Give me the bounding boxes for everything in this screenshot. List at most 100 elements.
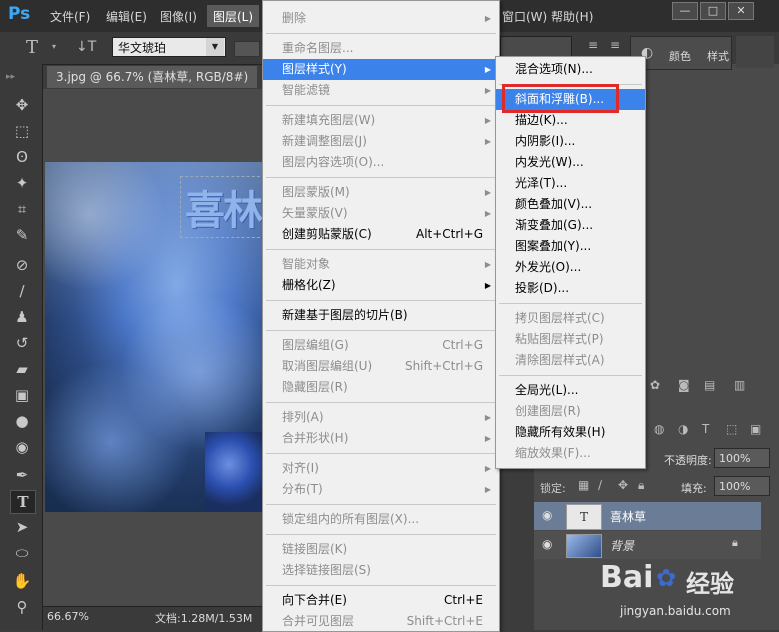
zoom-level[interactable]: 66.67% bbox=[47, 610, 89, 623]
menu-item[interactable]: 内发光(W)... bbox=[496, 152, 645, 173]
submenu-arrow-icon: ▶ bbox=[484, 116, 491, 125]
panel-collapse[interactable] bbox=[736, 36, 774, 68]
menu-item[interactable]: 全局光(L)... bbox=[496, 380, 645, 401]
menu-separator bbox=[499, 303, 642, 304]
healing-brush-icon[interactable]: ⊘ bbox=[10, 254, 34, 276]
menu-separator bbox=[266, 105, 496, 106]
new-layer-icon[interactable]: ▤ bbox=[704, 378, 715, 392]
layer-row-background[interactable]: ◉ 背景 🔒︎ bbox=[534, 531, 761, 559]
minimize-button[interactable]: — bbox=[672, 2, 698, 20]
brush-tool-icon[interactable]: ∕ bbox=[10, 280, 34, 302]
eye-icon[interactable]: ◉ bbox=[542, 537, 552, 551]
menu-window[interactable]: 窗口(W) bbox=[502, 8, 547, 25]
trash-icon[interactable]: ▥ bbox=[734, 378, 745, 392]
menu-item[interactable]: 图案叠加(Y)... bbox=[496, 236, 645, 257]
zoom-tool-icon[interactable]: ⚲ bbox=[10, 596, 34, 618]
menu-item-label: 矢量蒙版(V) bbox=[282, 206, 348, 220]
ellipse-tool-icon[interactable]: ⬭ bbox=[10, 542, 34, 564]
menu-item-shortcut: Alt+Ctrl+G bbox=[415, 227, 483, 241]
pen-tool-icon[interactable]: ✒ bbox=[10, 464, 34, 486]
align-center-icon[interactable]: ≡ bbox=[610, 38, 620, 52]
layer-name[interactable]: 喜林草 bbox=[610, 508, 646, 525]
submenu-arrow-icon: ▶ bbox=[484, 65, 491, 74]
menu-item[interactable]: 栅格化(Z) ▶ bbox=[263, 275, 499, 296]
hand-tool-icon[interactable]: ✋ bbox=[10, 570, 34, 592]
filter-pixel-icon[interactable]: ◍ bbox=[654, 422, 664, 436]
color-panel-label: 颜色 bbox=[669, 50, 691, 63]
menu-item[interactable]: 创建剪贴蒙版(C) Alt+Ctrl+G bbox=[263, 224, 499, 245]
menu-item[interactable]: 渐变叠加(G)... bbox=[496, 215, 645, 236]
fx-icon[interactable]: ✿ bbox=[650, 378, 660, 392]
font-style-select[interactable] bbox=[234, 41, 260, 57]
menu-item: 删除 ▶ bbox=[263, 8, 499, 29]
lock-move-icon[interactable]: ✥ bbox=[618, 478, 628, 492]
filter-adjust-icon[interactable]: ◑ bbox=[678, 422, 688, 436]
filter-shape-icon[interactable]: ⬚ bbox=[726, 422, 737, 436]
magic-wand-icon[interactable]: ✦ bbox=[10, 172, 34, 194]
menu-separator bbox=[266, 453, 496, 454]
history-brush-icon[interactable]: ↺ bbox=[10, 332, 34, 354]
menu-item[interactable]: 颜色叠加(V)... bbox=[496, 194, 645, 215]
menu-file[interactable]: 文件(F) bbox=[50, 8, 90, 25]
menu-item[interactable]: 向下合并(E) Ctrl+E bbox=[263, 590, 499, 611]
maximize-button[interactable]: □ bbox=[700, 2, 726, 20]
menu-item: 选择链接图层(S) bbox=[263, 560, 499, 581]
lock-all-icon[interactable]: 🔒︎ bbox=[638, 478, 644, 493]
tool-preset-arrow-icon[interactable]: ▾ bbox=[52, 42, 56, 51]
eye-icon[interactable]: ◉ bbox=[542, 508, 552, 522]
menu-item-label: 排列(A) bbox=[282, 410, 324, 424]
lock-paint-icon[interactable]: ∕ bbox=[598, 478, 602, 492]
collapse-icon[interactable]: ▸▸ bbox=[6, 72, 15, 82]
lasso-tool-icon[interactable]: ʘ bbox=[10, 146, 34, 168]
dodge-tool-icon[interactable]: ◉ bbox=[10, 436, 34, 458]
menu-image[interactable]: 图像(I) bbox=[160, 8, 197, 25]
text-tool-icon[interactable]: T bbox=[26, 37, 38, 58]
eyedropper-icon[interactable]: ✎ bbox=[10, 224, 34, 246]
type-tool-icon[interactable]: T bbox=[10, 490, 36, 514]
lock-label: 锁定: bbox=[540, 482, 566, 495]
menu-item[interactable]: 光泽(T)... bbox=[496, 173, 645, 194]
canvas-photo[interactable]: 喜林 bbox=[45, 162, 265, 512]
crop-tool-icon[interactable]: ⌗ bbox=[10, 198, 34, 220]
menu-item[interactable]: 内阴影(I)... bbox=[496, 131, 645, 152]
eraser-icon[interactable]: ▰ bbox=[10, 358, 34, 380]
filter-type-icon[interactable]: T bbox=[702, 422, 709, 436]
align-left-icon[interactable]: ≡ bbox=[588, 38, 598, 52]
chevron-down-icon[interactable]: ▼ bbox=[206, 38, 224, 56]
path-selection-icon[interactable]: ➤ bbox=[10, 516, 34, 538]
menu-item-label: 合并形状(H) bbox=[282, 431, 349, 445]
menu-edit[interactable]: 编辑(E) bbox=[106, 8, 147, 25]
menu-item[interactable]: 隐藏所有效果(H) bbox=[496, 422, 645, 443]
fill-input[interactable]: 100% bbox=[714, 476, 770, 496]
layer-row-text[interactable]: ◉ T 喜林草 bbox=[534, 502, 761, 530]
filter-smart-icon[interactable]: ▣ bbox=[750, 422, 761, 436]
marquee-tool-icon[interactable]: ⬚ bbox=[10, 120, 34, 142]
opacity-input[interactable]: 100% bbox=[714, 448, 770, 468]
gradient-tool-icon[interactable]: ▣ bbox=[10, 384, 34, 406]
text-orientation-icon[interactable]: ↓T bbox=[76, 39, 96, 55]
clone-stamp-icon[interactable]: ♟ bbox=[10, 306, 34, 328]
menu-layer-active[interactable]: 图层(L) bbox=[207, 5, 259, 27]
move-tool-icon[interactable]: ✥ bbox=[10, 94, 34, 116]
menu-separator bbox=[266, 300, 496, 301]
menu-item[interactable]: 描边(K)... bbox=[496, 110, 645, 131]
lock-pixels-icon[interactable]: ▦ bbox=[578, 478, 589, 492]
menu-item[interactable]: 图层样式(Y) ▶ bbox=[263, 59, 499, 80]
menu-item-label: 图层编组(G) bbox=[282, 338, 349, 352]
menu-item[interactable]: 混合选项(N)... bbox=[496, 59, 645, 80]
menu-item-label: 外发光(O)... bbox=[515, 260, 582, 274]
fill-value: 100% bbox=[719, 480, 751, 493]
menu-item: 排列(A) ▶ bbox=[263, 407, 499, 428]
menu-item-label: 隐藏所有效果(H) bbox=[515, 425, 606, 439]
menu-item: 图层编组(G) Ctrl+G bbox=[263, 335, 499, 356]
menu-item[interactable]: 外发光(O)... bbox=[496, 257, 645, 278]
menu-help[interactable]: 帮助(H) bbox=[551, 8, 593, 25]
menu-item-label: 选择链接图层(S) bbox=[282, 563, 371, 577]
layer-name[interactable]: 背景 bbox=[610, 537, 634, 554]
document-tab[interactable]: 3.jpg @ 66.7% (喜林草, RGB/8#) * bbox=[47, 66, 257, 106]
menu-item[interactable]: 新建基于图层的切片(B) bbox=[263, 305, 499, 326]
menu-item[interactable]: 投影(D)... bbox=[496, 278, 645, 299]
mask-icon[interactable]: ◙ bbox=[678, 378, 690, 392]
close-button[interactable]: ✕ bbox=[728, 2, 754, 20]
blur-tool-icon[interactable]: ● bbox=[10, 410, 34, 432]
